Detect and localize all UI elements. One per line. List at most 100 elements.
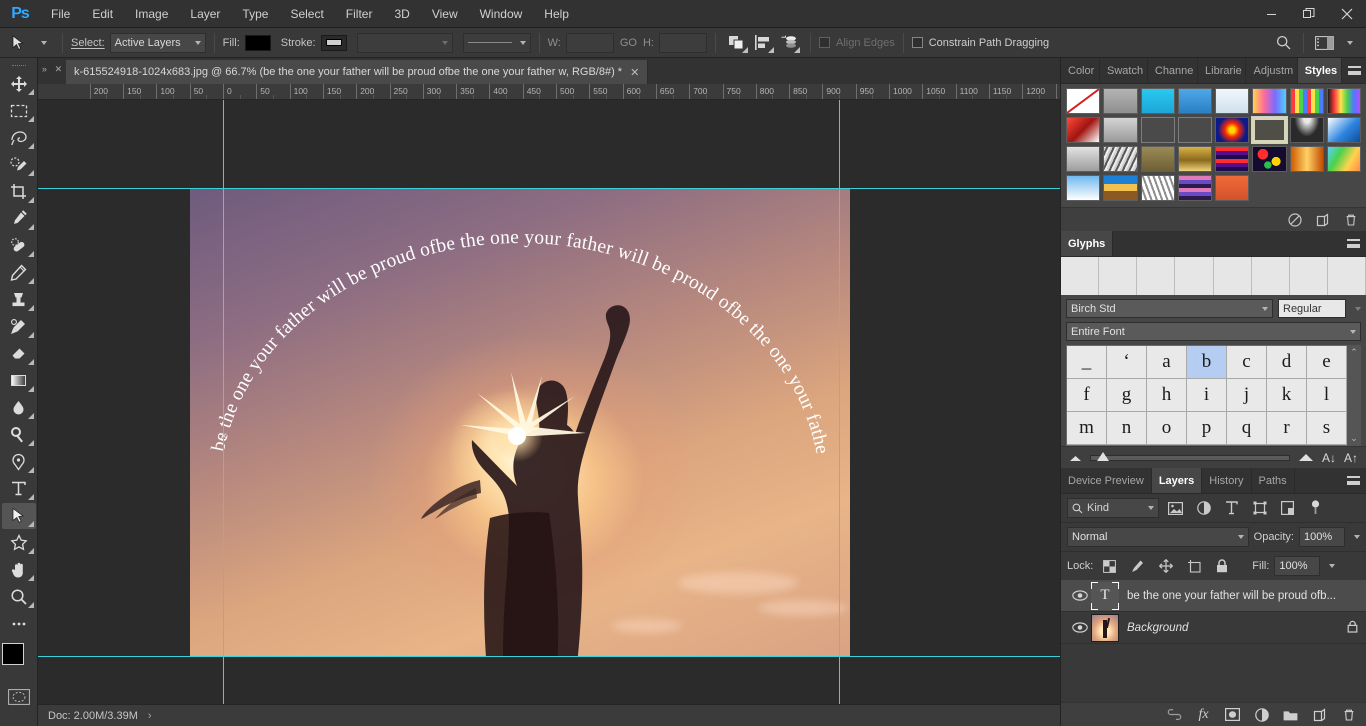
menu-filter[interactable]: Filter	[335, 0, 384, 28]
small-glyph-size-icon[interactable]	[1069, 449, 1082, 467]
history-brush-tool[interactable]	[2, 314, 36, 340]
style-swatch-red-gradient[interactable]	[1066, 117, 1101, 143]
close-button[interactable]	[1328, 0, 1366, 28]
menu-help[interactable]: Help	[533, 0, 580, 28]
glyph-cell-l[interactable]: l	[1307, 379, 1347, 412]
layer-name[interactable]: Background	[1127, 622, 1341, 634]
tab-librarie[interactable]: Librarie	[1198, 58, 1247, 83]
glyph-cell-p[interactable]: p	[1187, 412, 1227, 445]
toolbar-grip[interactable]	[0, 62, 37, 70]
glyph-cell-r[interactable]: r	[1267, 412, 1307, 445]
horizontal-ruler[interactable]: 200 150 100 50 0 50 100 150 200 250 300 350 400 450 50…	[38, 84, 1060, 100]
tab-device-preview[interactable]: Device Preview	[1061, 468, 1152, 493]
glyph-cell-g[interactable]: g	[1107, 379, 1147, 412]
path-operations-icon[interactable]	[724, 32, 750, 54]
style-swatch-spectrum[interactable]	[1326, 88, 1361, 114]
new-group-icon[interactable]	[1283, 707, 1298, 722]
stroke-style-dropdown[interactable]	[462, 32, 531, 53]
tab-paths[interactable]: Paths	[1252, 468, 1295, 493]
panel-menu-icon[interactable]	[1342, 58, 1366, 83]
glyph-cell-h[interactable]: h	[1147, 379, 1187, 412]
close-panel-icon[interactable]: ✕	[55, 64, 63, 75]
expand-arrows-icon[interactable]: »	[42, 64, 47, 74]
document-tab[interactable]: k-615524918-1024x683.jpg @ 66.7% (be the…	[66, 60, 649, 84]
glyph-cell-s[interactable]: s	[1307, 412, 1347, 445]
style-swatch-none[interactable]	[1066, 88, 1101, 114]
fill-color-swatch[interactable]	[244, 34, 271, 51]
path-arrangement-icon[interactable]	[776, 32, 802, 54]
style-swatch-cyan-gradient[interactable]	[1140, 88, 1175, 114]
blend-mode-dropdown[interactable]: Normal	[1067, 527, 1249, 547]
width-input[interactable]	[565, 32, 614, 53]
path-alignment-icon[interactable]	[750, 32, 776, 54]
tab-color[interactable]: Color	[1061, 58, 1100, 83]
decrease-glyph-size-icon[interactable]: A↓	[1322, 451, 1336, 465]
panel-menu-icon[interactable]	[1340, 231, 1366, 256]
recent-glyph-cell[interactable]	[1252, 257, 1290, 295]
recent-glyph-cell[interactable]	[1290, 257, 1328, 295]
layer-row[interactable]: Tbe the one your father will be proud of…	[1061, 580, 1366, 612]
slider-knob[interactable]	[1097, 451, 1109, 461]
pen-tool[interactable]	[2, 449, 36, 475]
style-swatch-sky-blue[interactable]	[1326, 117, 1361, 143]
delete-style-icon[interactable]	[1343, 212, 1358, 227]
guide-vertical-left[interactable]	[223, 100, 224, 704]
style-swatch-blue-red-ring[interactable]	[1215, 117, 1250, 143]
layer-style-fx-icon[interactable]: fx	[1196, 707, 1211, 722]
style-swatch-selected-frame[interactable]	[1251, 116, 1288, 144]
workspace-dropdown[interactable]	[1336, 32, 1360, 54]
eyedropper-tool[interactable]	[2, 206, 36, 232]
type-tool[interactable]	[2, 476, 36, 502]
style-swatch-blue-glass[interactable]	[1177, 88, 1212, 114]
glyph-cell-f[interactable]: f	[1067, 379, 1107, 412]
lock-transparency-icon[interactable]	[1098, 556, 1121, 576]
clone-stamp-tool[interactable]	[2, 287, 36, 313]
glyph-cell-m[interactable]: m	[1067, 412, 1107, 445]
glyph-cell-d[interactable]: d	[1267, 346, 1307, 379]
recently-used-glyphs[interactable]	[1061, 257, 1366, 295]
color-swatches[interactable]	[2, 643, 36, 677]
style-swatch-rainbow-blur[interactable]	[1326, 146, 1361, 172]
edit-toolbar-button[interactable]	[2, 611, 36, 637]
layer-visibility-eye-icon[interactable]	[1069, 590, 1091, 601]
layer-thumbnail-text[interactable]: T	[1091, 581, 1119, 610]
crop-tool[interactable]	[2, 179, 36, 205]
lock-all-icon[interactable]	[1210, 556, 1233, 576]
lock-position-icon[interactable]	[1154, 556, 1177, 576]
menu-view[interactable]: View	[421, 0, 469, 28]
recent-glyph-cell[interactable]	[1137, 257, 1176, 295]
blur-tool[interactable]	[2, 395, 36, 421]
menu-window[interactable]: Window	[469, 0, 534, 28]
dodge-tool[interactable]	[2, 422, 36, 448]
menu-layer[interactable]: Layer	[179, 0, 231, 28]
layer-filter-kind-dropdown[interactable]: Kind	[1067, 498, 1159, 518]
search-icon[interactable]	[1271, 32, 1295, 54]
guide-vertical-right[interactable]	[839, 100, 840, 704]
fill-slider-toggle[interactable]	[1329, 564, 1336, 568]
glyph-cell-e[interactable]: e	[1307, 346, 1347, 379]
style-swatch-basic-drop-shadow[interactable]	[1103, 88, 1138, 114]
shape-filter-icon[interactable]	[1248, 498, 1271, 518]
opacity-slider-toggle[interactable]	[1354, 535, 1360, 539]
layer-visibility-eye-icon[interactable]	[1069, 622, 1091, 633]
glyph-cell-j[interactable]: j	[1227, 379, 1267, 412]
tab-glyphs[interactable]: Glyphs	[1061, 231, 1114, 256]
menu-file[interactable]: File	[40, 0, 81, 28]
new-style-icon[interactable]	[1315, 212, 1330, 227]
menu-type[interactable]: Type	[231, 0, 279, 28]
scroll-up-icon[interactable]: ⌃	[1350, 347, 1358, 358]
glyph-cell-quote[interactable]: ‘	[1107, 346, 1147, 379]
brush-tool[interactable]	[2, 260, 36, 286]
tab-layers[interactable]: Layers	[1151, 468, 1203, 493]
lasso-tool[interactable]	[2, 125, 36, 151]
marquee-tool[interactable]	[2, 98, 36, 124]
style-swatch-gold-bar[interactable]	[1177, 146, 1212, 172]
menu-3d[interactable]: 3D	[383, 0, 420, 28]
style-swatch-metal-scratch[interactable]	[1103, 146, 1138, 172]
status-expand-icon[interactable]: ›	[148, 710, 152, 722]
menu-select[interactable]: Select	[279, 0, 334, 28]
eraser-tool[interactable]	[2, 341, 36, 367]
filter-toggle-icon[interactable]	[1304, 498, 1327, 518]
workspace-switcher-icon[interactable]	[1312, 32, 1336, 54]
fill-value-input[interactable]: 100%	[1274, 556, 1321, 576]
